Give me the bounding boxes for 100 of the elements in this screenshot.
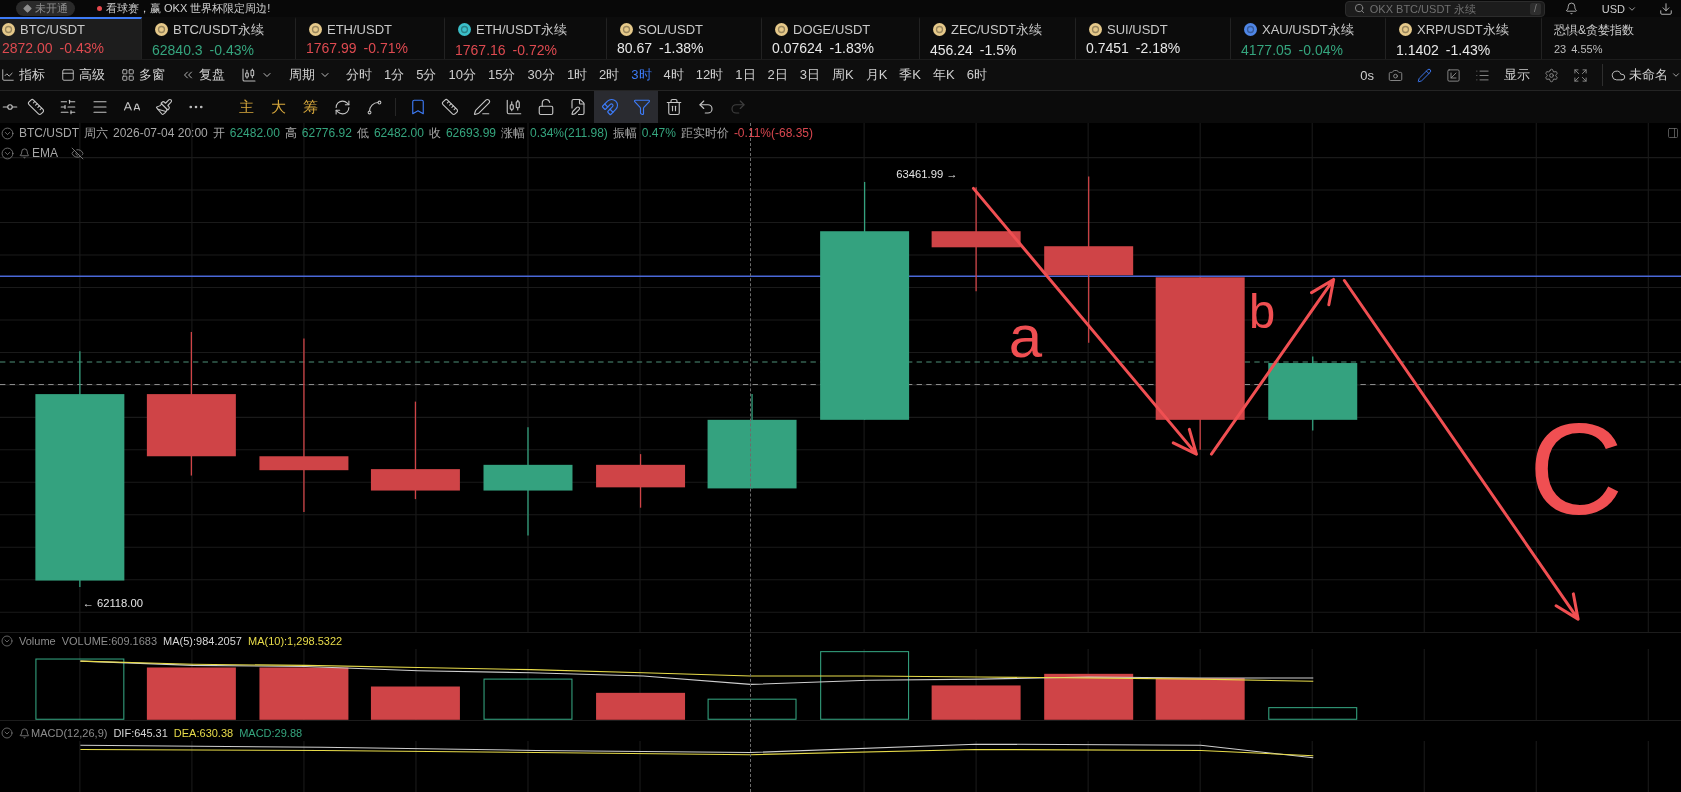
ticker-tab[interactable]: SOL/USDT 80.67 -1.38% xyxy=(607,17,762,59)
collapse-icon[interactable] xyxy=(1,635,13,647)
period-tab[interactable]: 30分 xyxy=(527,66,555,84)
bell-icon[interactable] xyxy=(1564,2,1578,15)
period-tab[interactable]: 季K xyxy=(899,66,921,84)
period-tab[interactable]: 1分 xyxy=(384,66,405,84)
ticker-name: SUI/USDT xyxy=(1107,22,1168,37)
ticker-tab[interactable]: DOGE/USDT 0.07624 -1.83% xyxy=(762,17,920,59)
field-label: 振幅 xyxy=(612,124,637,142)
ticker-price: 0.7451 xyxy=(1086,40,1129,56)
ticker-change: -2.18% xyxy=(1135,40,1181,56)
horizontal-line[interactable] xyxy=(0,275,1681,277)
sliders-icon[interactable] xyxy=(59,98,77,116)
shortcut-button[interactable]: 筹 xyxy=(294,91,326,123)
pane-title: Volume xyxy=(19,635,56,647)
camera-icon[interactable] xyxy=(1388,67,1403,83)
ticker-tab[interactable]: XRP/USDT永续 1.1402 -1.43% xyxy=(1386,17,1542,59)
shortcut-button[interactable]: 大 xyxy=(262,91,294,123)
period-tab[interactable]: 6时 xyxy=(966,66,987,84)
promo-link[interactable]: 看球赛，赢 OKX 世界杯限定周边! xyxy=(106,1,271,16)
refresh-icon[interactable] xyxy=(333,98,351,116)
ticker-price: 62840.3 xyxy=(152,41,203,58)
ticker-name: DOGE/USDT xyxy=(793,22,871,37)
ticker-price: 1.1402 xyxy=(1396,41,1439,58)
rewind-icon xyxy=(181,68,195,82)
settings-icon[interactable] xyxy=(1544,67,1559,83)
ticker-price: 456.24 xyxy=(930,41,973,58)
annotation-arrow[interactable] xyxy=(1209,277,1336,456)
ticker-price: 0.07624 xyxy=(772,40,823,56)
collapse-icon[interactable] xyxy=(1,146,14,160)
currency-dropdown[interactable]: USD xyxy=(1601,2,1637,15)
menu-button[interactable]: 高级 xyxy=(61,66,105,84)
brush-icon[interactable] xyxy=(155,98,173,116)
indicator-reading: MA(5):984.2057 xyxy=(163,635,242,647)
ticker-tab[interactable]: ZEC/USDT永续 456.24 -1.5% xyxy=(920,17,1076,59)
lines-icon[interactable] xyxy=(91,98,109,116)
eye-off-icon[interactable] xyxy=(71,146,84,160)
ticker-change: -0.71% xyxy=(363,40,408,56)
period-dropdown[interactable]: 周期 xyxy=(289,66,331,84)
ticker-tab[interactable]: ETH/USDT永续 1767.16 -0.72% xyxy=(445,17,607,59)
period-tab[interactable]: 5分 xyxy=(416,66,437,84)
bell-icon[interactable] xyxy=(19,727,30,739)
period-tab[interactable]: 15分 xyxy=(487,66,516,84)
ticker-tab[interactable]: XAU/USDT永续 4177.05 -0.04% xyxy=(1231,17,1386,59)
period-tab[interactable]: 年K xyxy=(933,66,955,84)
menu-button[interactable]: 多窗 xyxy=(121,66,165,84)
period-tab[interactable]: 3时 xyxy=(631,66,652,84)
pencil-icon[interactable] xyxy=(1417,67,1432,83)
menu-button[interactable]: 复盘 xyxy=(181,66,225,84)
period-tab[interactable]: 2时 xyxy=(599,66,620,84)
diamond-icon xyxy=(23,4,32,13)
ticker-tab[interactable]: BTC/USDT 2872.00 -0.43% xyxy=(0,17,142,59)
period-tab[interactable]: 2日 xyxy=(767,66,788,84)
ticker-tab[interactable]: BTC/USDT永续 62840.3 -0.43% xyxy=(142,17,296,59)
cloud-icon xyxy=(1611,67,1626,83)
chart-type-dropdown[interactable] xyxy=(241,67,273,83)
period-tab[interactable]: 12时 xyxy=(695,66,724,84)
indicator-label: EMA xyxy=(32,146,58,160)
toolbar-button[interactable]: 显示 xyxy=(1504,66,1530,84)
period-tab[interactable]: 周K xyxy=(832,66,854,84)
index-title: 恐惧&贪婪指数 xyxy=(1554,21,1635,39)
shortcut-button[interactable]: 主 xyxy=(230,91,262,123)
menu-button[interactable]: 指标 xyxy=(1,66,45,84)
wave-label: a xyxy=(1008,302,1043,370)
ticker-name: ETH/USDT xyxy=(327,22,392,37)
search-icon xyxy=(1353,3,1365,14)
curve-icon[interactable] xyxy=(365,98,383,116)
shortcut-key: / xyxy=(1530,2,1541,15)
ticker-name: XRP/USDT永续 xyxy=(1417,20,1509,39)
period-tab[interactable]: 月K xyxy=(865,66,888,84)
list-icon[interactable] xyxy=(1475,67,1490,83)
wave-label: C xyxy=(1528,396,1624,543)
period-tab[interactable]: 10分 xyxy=(448,66,476,84)
layout-dropdown[interactable]: 未命名 xyxy=(1611,66,1681,84)
field-label: 低 xyxy=(356,124,369,142)
period-tab[interactable]: 3日 xyxy=(799,66,820,84)
ticker-tab[interactable]: SUI/USDT 0.7451 -2.18% xyxy=(1076,17,1231,59)
download-icon[interactable] xyxy=(1659,1,1673,16)
ticker-tab[interactable]: ETH/USDT 1767.99 -0.71% xyxy=(296,17,445,59)
price-label: ← 62118.00 xyxy=(82,597,144,610)
bell-icon[interactable] xyxy=(19,147,30,159)
period-tab[interactable]: 分时 xyxy=(346,66,372,84)
period-tab[interactable]: 4时 xyxy=(663,66,684,84)
ticker-name: BTC/USDT永续 xyxy=(173,20,264,39)
ticker-price: 1767.16 xyxy=(455,41,506,58)
annotation-arrow[interactable] xyxy=(971,186,1198,456)
caret-icon xyxy=(1671,70,1681,80)
period-tab[interactable]: 1时 xyxy=(566,66,588,84)
sidebar-icon[interactable] xyxy=(1667,127,1679,139)
ticker-change: -0.04% xyxy=(1298,41,1343,58)
index-value: 23 xyxy=(1554,42,1567,55)
status-text: 未开通 xyxy=(35,1,68,16)
toolbar-button[interactable]: 0s xyxy=(1360,67,1374,83)
collapse-icon[interactable] xyxy=(1,126,14,140)
period-tab[interactable]: 1日 xyxy=(735,66,756,84)
fullscreen-icon[interactable] xyxy=(1573,67,1588,83)
ticker-change: -0.43% xyxy=(209,41,254,58)
import-icon[interactable] xyxy=(1446,67,1461,83)
ruler-icon[interactable] xyxy=(27,98,45,116)
collapse-icon[interactable] xyxy=(1,727,13,739)
